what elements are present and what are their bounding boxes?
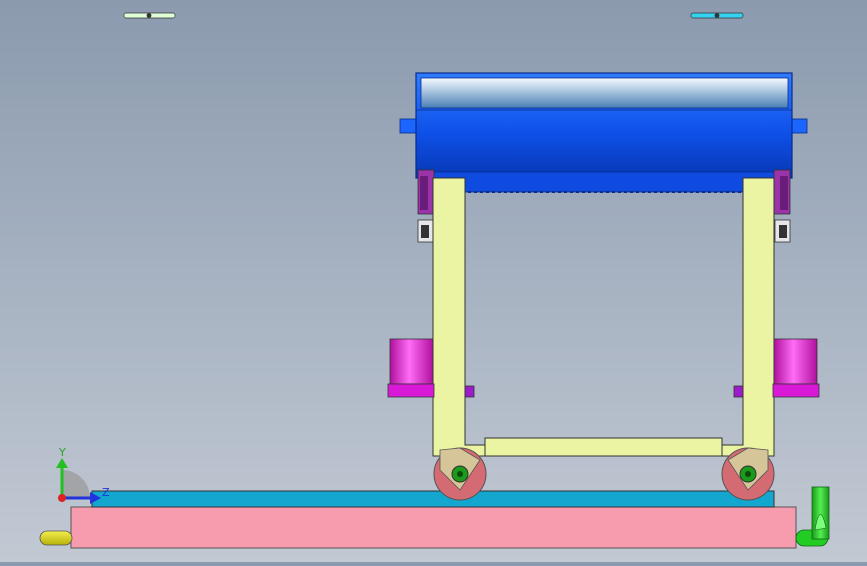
guide-rail[interactable]: [91, 490, 775, 508]
support-frame[interactable]: [432, 177, 775, 457]
right-axis-handle[interactable]: [690, 12, 744, 19]
right-drum-bracket[interactable]: [773, 169, 791, 243]
left-wheel[interactable]: [433, 447, 487, 501]
right-pipe-fitting[interactable]: [795, 486, 830, 547]
roller-drum[interactable]: [399, 72, 808, 193]
axis-label-y: Y: [58, 446, 66, 459]
left-axis-handle[interactable]: [123, 12, 176, 19]
model-view[interactable]: Y Z: [0, 0, 867, 562]
right-wheel[interactable]: [721, 447, 775, 501]
coordinate-triad: Y Z: [56, 446, 110, 504]
left-pipe-fitting[interactable]: [39, 530, 73, 546]
graphics-viewport[interactable]: Y Z: [0, 0, 867, 562]
base-plate[interactable]: [70, 506, 797, 549]
axis-label-z: Z: [102, 486, 110, 499]
left-drum-bracket[interactable]: [417, 169, 435, 243]
